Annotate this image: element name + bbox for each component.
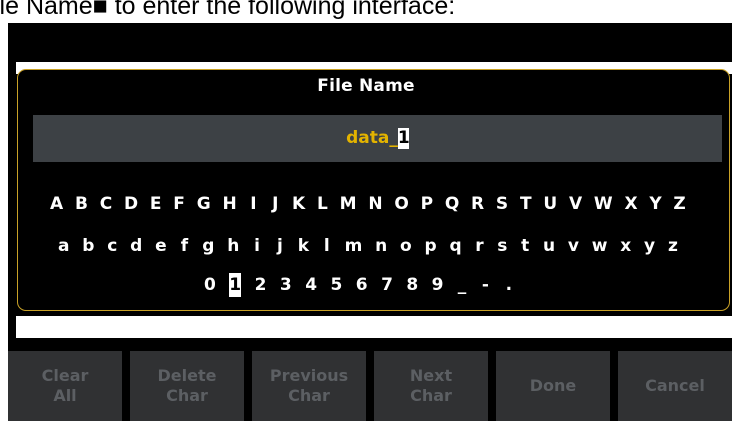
lowercase-letter-key[interactable]: v	[568, 234, 579, 258]
delete-char-button[interactable]: Delete Char	[130, 351, 244, 421]
uppercase-letter-key[interactable]: P	[421, 192, 433, 216]
bottom-divider	[16, 316, 732, 338]
digit-symbol-key[interactable]: 5	[330, 273, 342, 297]
uppercase-letter-key[interactable]: C	[100, 192, 112, 216]
uppercase-letter-key[interactable]: E	[150, 192, 162, 216]
uppercase-letter-key[interactable]: H	[222, 192, 236, 216]
lowercase-letter-key[interactable]: q	[449, 234, 461, 258]
digit-symbol-key[interactable]: 8	[406, 273, 418, 297]
uppercase-letter-key[interactable]: O	[394, 192, 408, 216]
uppercase-letter-key[interactable]: D	[124, 192, 138, 216]
previous-char-button[interactable]: Previous Char	[252, 351, 366, 421]
uppercase-letter-key[interactable]: X	[624, 192, 637, 216]
lowercase-letter-key[interactable]: g	[202, 234, 214, 258]
digit-symbol-key[interactable]: -	[480, 273, 490, 297]
uppercase-letter-key[interactable]: T	[520, 192, 532, 216]
digit-symbol-key[interactable]: 6	[356, 273, 368, 297]
lowercase-keys: abcdefghijklmnopqrstuvwxyz	[58, 234, 678, 258]
filename-input[interactable]: data_1	[33, 115, 722, 162]
uppercase-letter-key[interactable]: I	[248, 192, 258, 216]
lowercase-letter-key[interactable]: z	[668, 234, 678, 258]
uppercase-letter-key[interactable]: N	[368, 192, 382, 216]
next-char-button[interactable]: Next Char	[374, 351, 488, 421]
softkey-bar: Clear All Delete Char Previous Char Next Ch…	[8, 351, 732, 421]
document-caption: ile Name■ to enter the following interfa…	[0, 0, 456, 20]
lowercase-letter-key[interactable]: a	[58, 234, 69, 258]
lowercase-letter-key[interactable]: o	[400, 234, 412, 258]
lowercase-letter-key[interactable]: t	[520, 234, 530, 258]
digit-symbol-keys: 0 1 2 3 4 5 6 7 8 9 _ -.	[204, 273, 514, 297]
lowercase-letter-key[interactable]: d	[130, 234, 142, 258]
dialog-title: File Name	[317, 76, 415, 96]
lowercase-letter-key[interactable]: x	[620, 234, 631, 258]
lowercase-letter-key[interactable]: w	[592, 234, 608, 258]
lowercase-letter-key[interactable]: h	[227, 234, 239, 258]
lowercase-letter-key[interactable]: i	[252, 234, 262, 258]
uppercase-letter-key[interactable]: R	[471, 192, 484, 216]
uppercase-letter-key[interactable]: K	[292, 192, 305, 216]
done-button[interactable]: Done	[496, 351, 610, 421]
lowercase-letter-key[interactable]: c	[107, 234, 117, 258]
lowercase-letter-key[interactable]: y	[644, 234, 655, 258]
digit-symbol-key[interactable]: 1	[229, 273, 242, 297]
lowercase-letter-key[interactable]: p	[425, 234, 437, 258]
uppercase-letter-key[interactable]: W	[594, 192, 613, 216]
uppercase-letter-key[interactable]: U	[543, 192, 557, 216]
digit-symbol-key[interactable]: 9	[432, 273, 444, 297]
uppercase-letter-key[interactable]: Z	[673, 192, 685, 216]
clear-all-button[interactable]: Clear All	[8, 351, 122, 421]
lowercase-letter-key[interactable]: e	[155, 234, 167, 258]
filename-text: data_	[346, 128, 398, 148]
digit-symbol-key[interactable]: 3	[280, 273, 292, 297]
digit-symbol-key[interactable]: .	[504, 273, 514, 297]
uppercase-letter-key[interactable]: F	[173, 192, 185, 216]
lowercase-letter-key[interactable]: j	[275, 234, 285, 258]
uppercase-keys: ABCDEFGHIJKLMNOPQRSTUVWXYZ	[50, 192, 686, 216]
lowercase-letter-key[interactable]: s	[497, 234, 507, 258]
digit-symbol-key[interactable]: 0	[204, 273, 216, 297]
uppercase-letter-key[interactable]: G	[197, 192, 211, 216]
lowercase-letter-key[interactable]: l	[322, 234, 332, 258]
lowercase-letter-key[interactable]: f	[179, 234, 189, 258]
uppercase-letter-key[interactable]: V	[569, 192, 582, 216]
lowercase-letter-key[interactable]: u	[543, 234, 555, 258]
uppercase-letter-key[interactable]: S	[496, 192, 508, 216]
uppercase-letter-key[interactable]: M	[340, 192, 357, 216]
cancel-button[interactable]: Cancel	[618, 351, 732, 421]
lowercase-letter-key[interactable]: r	[474, 234, 484, 258]
uppercase-letter-key[interactable]: Y	[649, 192, 661, 216]
lowercase-letter-key[interactable]: m	[345, 234, 363, 258]
filename-cursor: 1	[397, 127, 410, 149]
uppercase-letter-key[interactable]: J	[270, 192, 280, 216]
digit-symbol-key[interactable]: 7	[381, 273, 393, 297]
uppercase-letter-key[interactable]: B	[75, 192, 88, 216]
uppercase-letter-key[interactable]: L	[317, 192, 328, 216]
uppercase-letter-key[interactable]: Q	[445, 192, 459, 216]
lowercase-letter-key[interactable]: b	[82, 234, 94, 258]
lowercase-letter-key[interactable]: n	[375, 234, 387, 258]
uppercase-letter-key[interactable]: A	[50, 192, 63, 216]
digit-symbol-key[interactable]: _	[457, 273, 467, 297]
digit-symbol-key[interactable]: 4	[305, 273, 317, 297]
digit-symbol-key[interactable]: 2	[255, 273, 267, 297]
lowercase-letter-key[interactable]: k	[298, 234, 309, 258]
